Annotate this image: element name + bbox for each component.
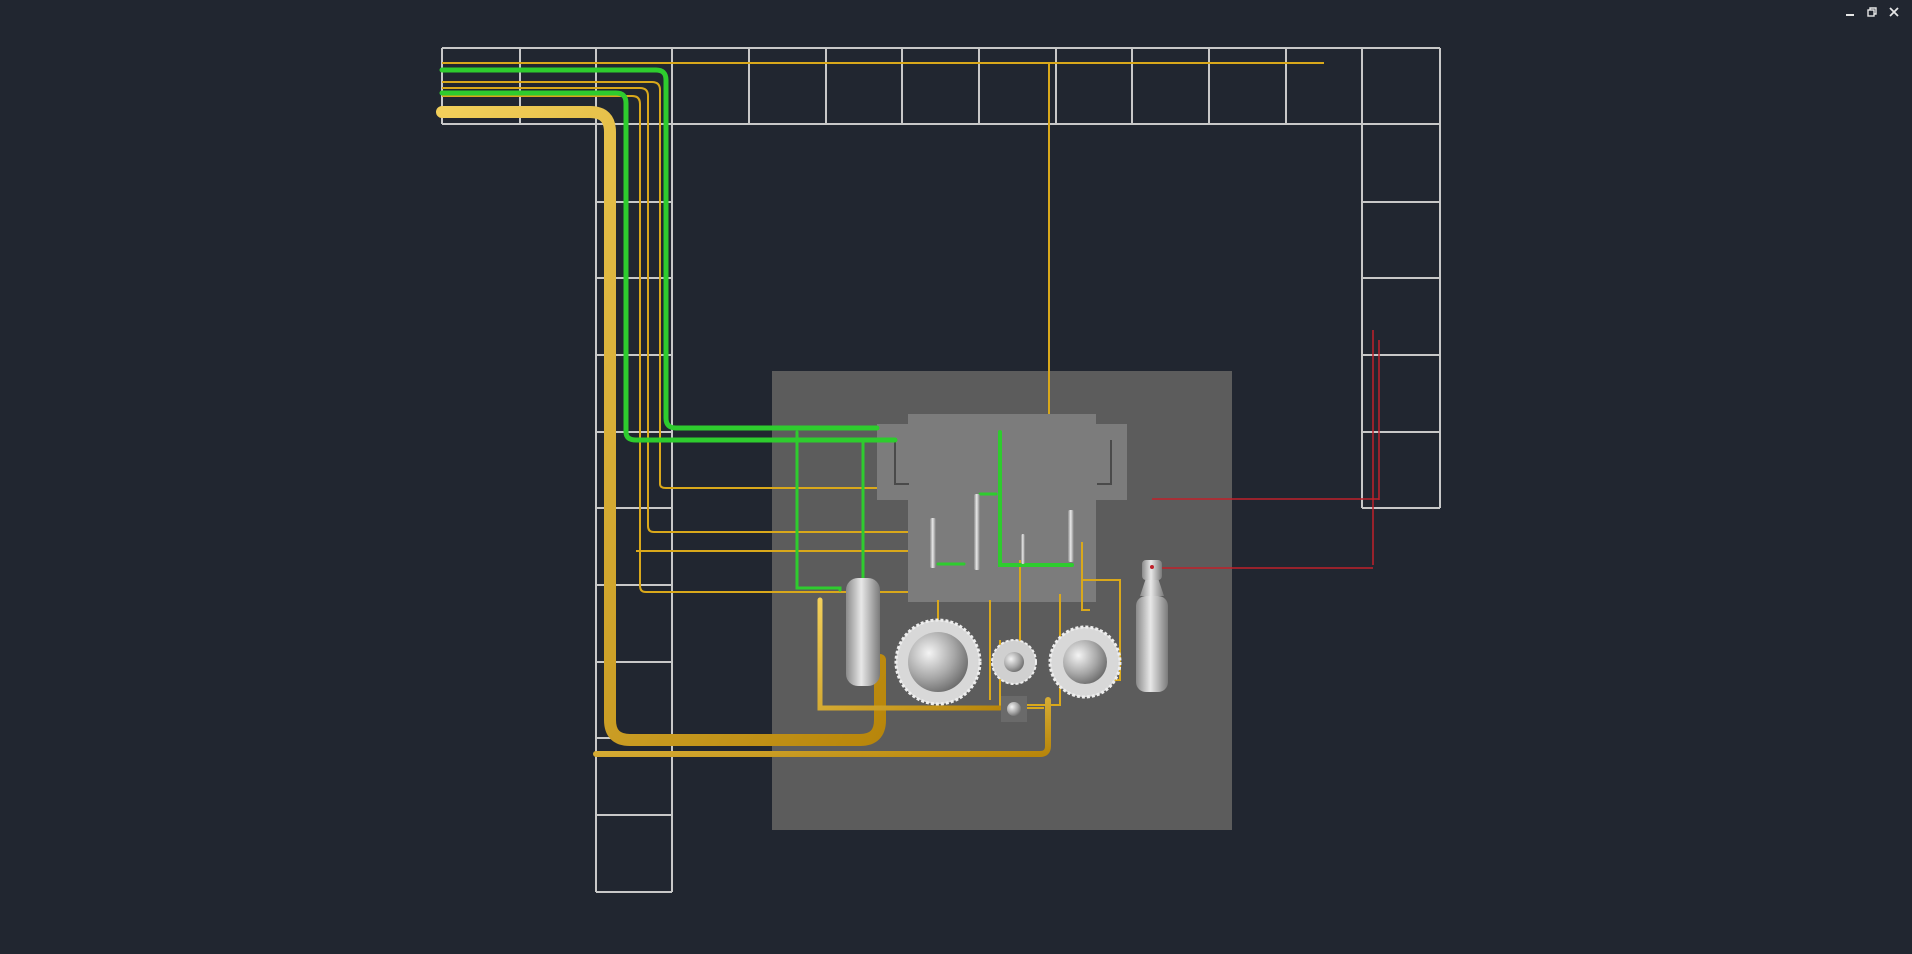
pump-unit[interactable]	[1001, 696, 1027, 722]
minimize-icon[interactable]	[1844, 6, 1858, 20]
spherical-tank-small[interactable]	[991, 639, 1037, 685]
close-icon[interactable]	[1888, 6, 1902, 20]
spherical-tank-right[interactable]	[1048, 625, 1122, 699]
spherical-tank-large[interactable]	[894, 618, 982, 706]
window-controls	[1844, 6, 1902, 20]
cad-3d-viewport[interactable]	[0, 0, 1912, 954]
vertical-vessel-left[interactable]	[846, 578, 880, 686]
restore-icon[interactable]	[1866, 6, 1880, 20]
